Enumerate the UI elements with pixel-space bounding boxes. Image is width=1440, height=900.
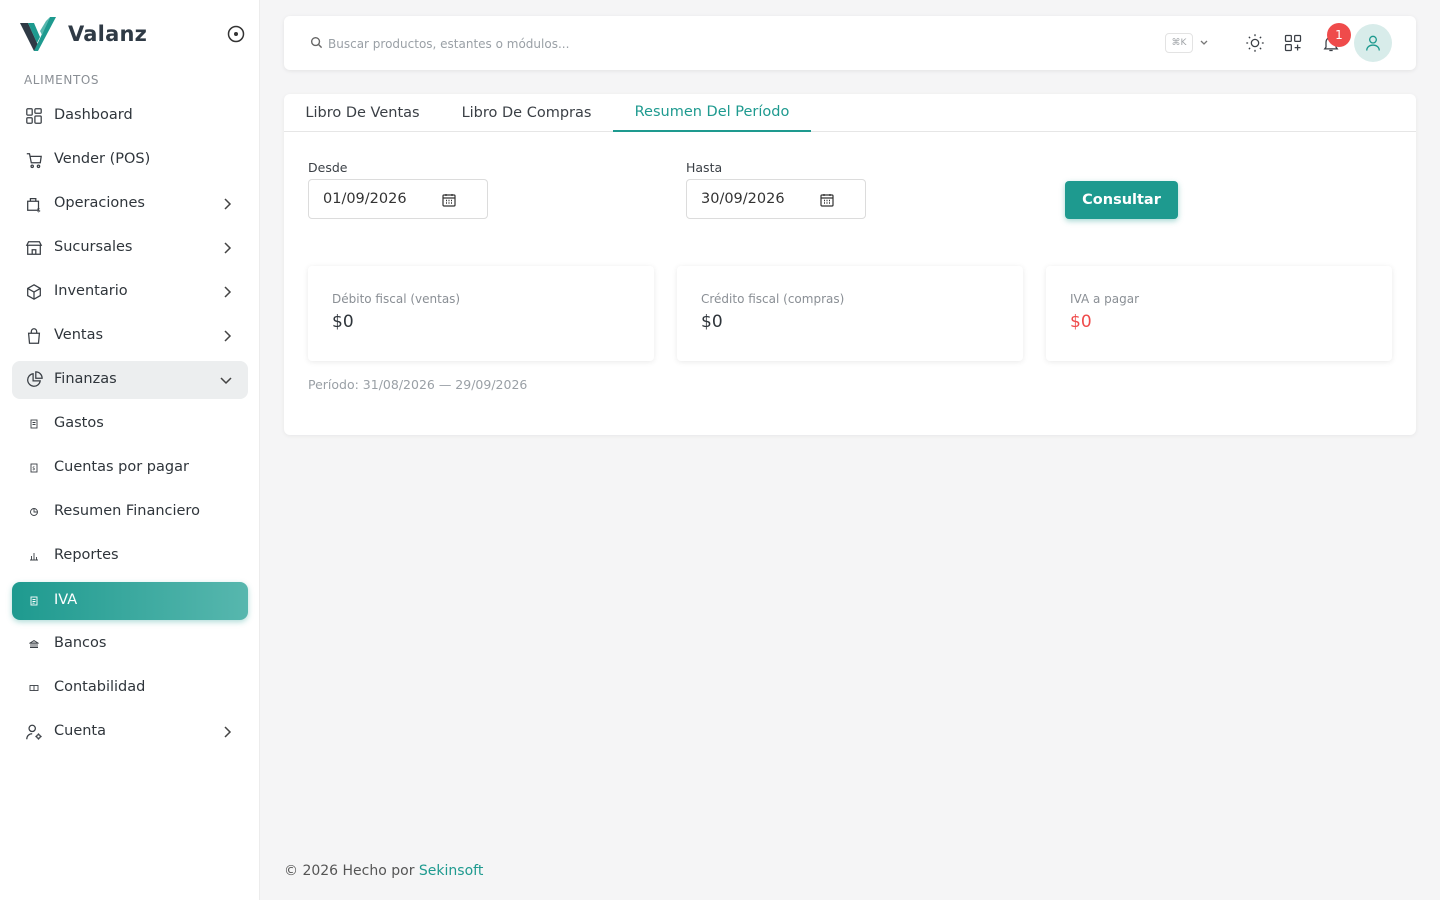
brand[interactable]: Valanz (20, 16, 147, 52)
brand-name: Valanz (68, 22, 148, 46)
svg-text:$: $ (37, 207, 41, 213)
topbar: ⌘K 1 (284, 16, 1416, 70)
valanz-logo-icon (20, 17, 56, 51)
stat-debito-fiscal: Débito fiscal (ventas) $0 (308, 266, 654, 361)
sidebar: Valanz ALIMENTOS Dashboard Vender (POS) … (0, 0, 260, 900)
chevron-right-icon (224, 330, 232, 342)
sidebar-item-label: IVA (54, 592, 78, 608)
pie-icon (24, 502, 44, 522)
sidebar-item-cuenta[interactable]: Cuenta (12, 713, 248, 751)
sidebar-item-sucursales[interactable]: Sucursales (12, 229, 248, 267)
sidebar-item-reportes[interactable]: Reportes (12, 537, 248, 575)
sidebar-item-label: Contabilidad (54, 679, 146, 695)
chevron-right-icon (224, 242, 232, 254)
tab-libro-de-compras[interactable]: Libro De Compras (441, 94, 612, 132)
calendar-icon[interactable] (819, 192, 835, 208)
sidebar-item-label: Sucursales (54, 239, 133, 255)
user-icon (1366, 35, 1380, 51)
sidebar-item-finanzas[interactable]: Finanzas (12, 361, 248, 399)
tab-libro-de-ventas[interactable]: Libro De Ventas (284, 94, 441, 132)
sidebar-item-contabilidad[interactable]: Contabilidad (12, 669, 248, 707)
stat-title: Débito fiscal (ventas) (332, 292, 461, 306)
receipt-icon (24, 591, 44, 611)
chevron-down-icon[interactable] (1198, 36, 1210, 50)
apps-button[interactable] (1281, 31, 1305, 55)
sidebar-item-label: Bancos (54, 635, 107, 651)
sun-icon (1246, 34, 1264, 52)
theme-toggle-button[interactable] (1243, 31, 1267, 55)
sidebar-toggle-icon[interactable] (226, 24, 246, 44)
bank-icon (24, 634, 44, 654)
sidebar-item-label: Vender (POS) (54, 151, 151, 167)
receipt-icon (24, 414, 44, 434)
calendar-icon[interactable] (441, 192, 457, 208)
chevron-right-icon (224, 286, 232, 298)
bag-icon (24, 326, 44, 346)
from-label: Desde (308, 160, 348, 175)
dashboard-icon (24, 106, 44, 126)
sidebar-item-dashboard[interactable]: Dashboard (12, 97, 248, 135)
sidebar-item-label: Ventas (54, 327, 104, 343)
sidebar-item-label: Cuentas por pagar (54, 459, 189, 475)
footer-text: © 2026 Hecho por (284, 863, 419, 879)
chevron-right-icon (224, 198, 232, 210)
stat-value: $0 (701, 312, 723, 332)
footer: © 2026 Hecho por Sekinsoft (284, 863, 483, 879)
sidebar-item-operaciones[interactable]: $ Operaciones (12, 185, 248, 223)
tabs: Libro De Ventas Libro De Compras Resumen… (284, 94, 1416, 132)
sidebar-item-label: Finanzas (54, 371, 117, 387)
sidebar-item-label: Reportes (54, 547, 119, 563)
ledger-icon (24, 678, 44, 698)
consultar-button[interactable]: Consultar (1065, 181, 1178, 219)
to-date-value: 30/09/2026 (701, 191, 785, 207)
chevron-right-icon (224, 726, 232, 738)
sidebar-item-label: Cuenta (54, 723, 106, 739)
section-label: ALIMENTOS (24, 73, 100, 87)
pie-icon (24, 370, 44, 390)
to-date-input[interactable]: 30/09/2026 (686, 179, 866, 219)
to-label: Hasta (686, 160, 723, 175)
sidebar-item-ventas[interactable]: Ventas (12, 317, 248, 355)
search-icon (310, 36, 323, 49)
store-icon (24, 238, 44, 258)
box-icon (24, 282, 44, 302)
from-date-input[interactable]: 01/09/2026 (308, 179, 488, 219)
notification-badge: 1 (1327, 23, 1351, 47)
sidebar-item-label: Dashboard (54, 107, 133, 123)
operations-icon: $ (24, 194, 44, 214)
user-settings-icon (24, 722, 44, 742)
receipt-icon: $ (24, 458, 44, 478)
sidebar-item-resumen-financiero[interactable]: Resumen Financiero (12, 493, 248, 531)
shortcut-hint: ⌘K (1165, 33, 1193, 53)
sidebar-item-vender-pos[interactable]: Vender (POS) (12, 141, 248, 179)
sidebar-item-bancos[interactable]: Bancos (12, 625, 248, 663)
sidebar-item-label: Operaciones (54, 195, 145, 211)
sidebar-item-label: Inventario (54, 283, 128, 299)
sidebar-item-inventario[interactable]: Inventario (12, 273, 248, 311)
search-input[interactable] (328, 33, 928, 55)
stat-credito-fiscal: Crédito fiscal (compras) $0 (677, 266, 1023, 361)
footer-link-sekinsoft[interactable]: Sekinsoft (419, 863, 483, 879)
stat-value: $0 (332, 312, 354, 332)
stat-value: $0 (1070, 312, 1092, 332)
bar-chart-icon (24, 546, 44, 566)
cart-icon (24, 150, 44, 170)
stat-iva-a-pagar: IVA a pagar $0 (1046, 266, 1392, 361)
from-date-value: 01/09/2026 (323, 191, 407, 207)
chevron-down-icon (220, 377, 232, 385)
sidebar-item-label: Gastos (54, 415, 104, 431)
sidebar-item-label: Resumen Financiero (54, 503, 200, 519)
stat-title: IVA a pagar (1070, 292, 1140, 306)
sidebar-item-cuentas-por-pagar[interactable]: $ Cuentas por pagar (12, 449, 248, 487)
tab-resumen-del-periodo[interactable]: Resumen Del Período (613, 94, 811, 132)
stat-title: Crédito fiscal (compras) (701, 292, 845, 306)
apps-grid-icon (1284, 34, 1302, 52)
sidebar-item-gastos[interactable]: Gastos (12, 405, 248, 443)
avatar[interactable] (1354, 24, 1392, 62)
iva-card: Libro De Ventas Libro De Compras Resumen… (284, 94, 1416, 435)
sidebar-item-iva[interactable]: IVA (12, 582, 248, 620)
period-range-text: Período: 31/08/2026 — 29/09/2026 (308, 377, 528, 392)
svg-text:$: $ (32, 466, 35, 472)
